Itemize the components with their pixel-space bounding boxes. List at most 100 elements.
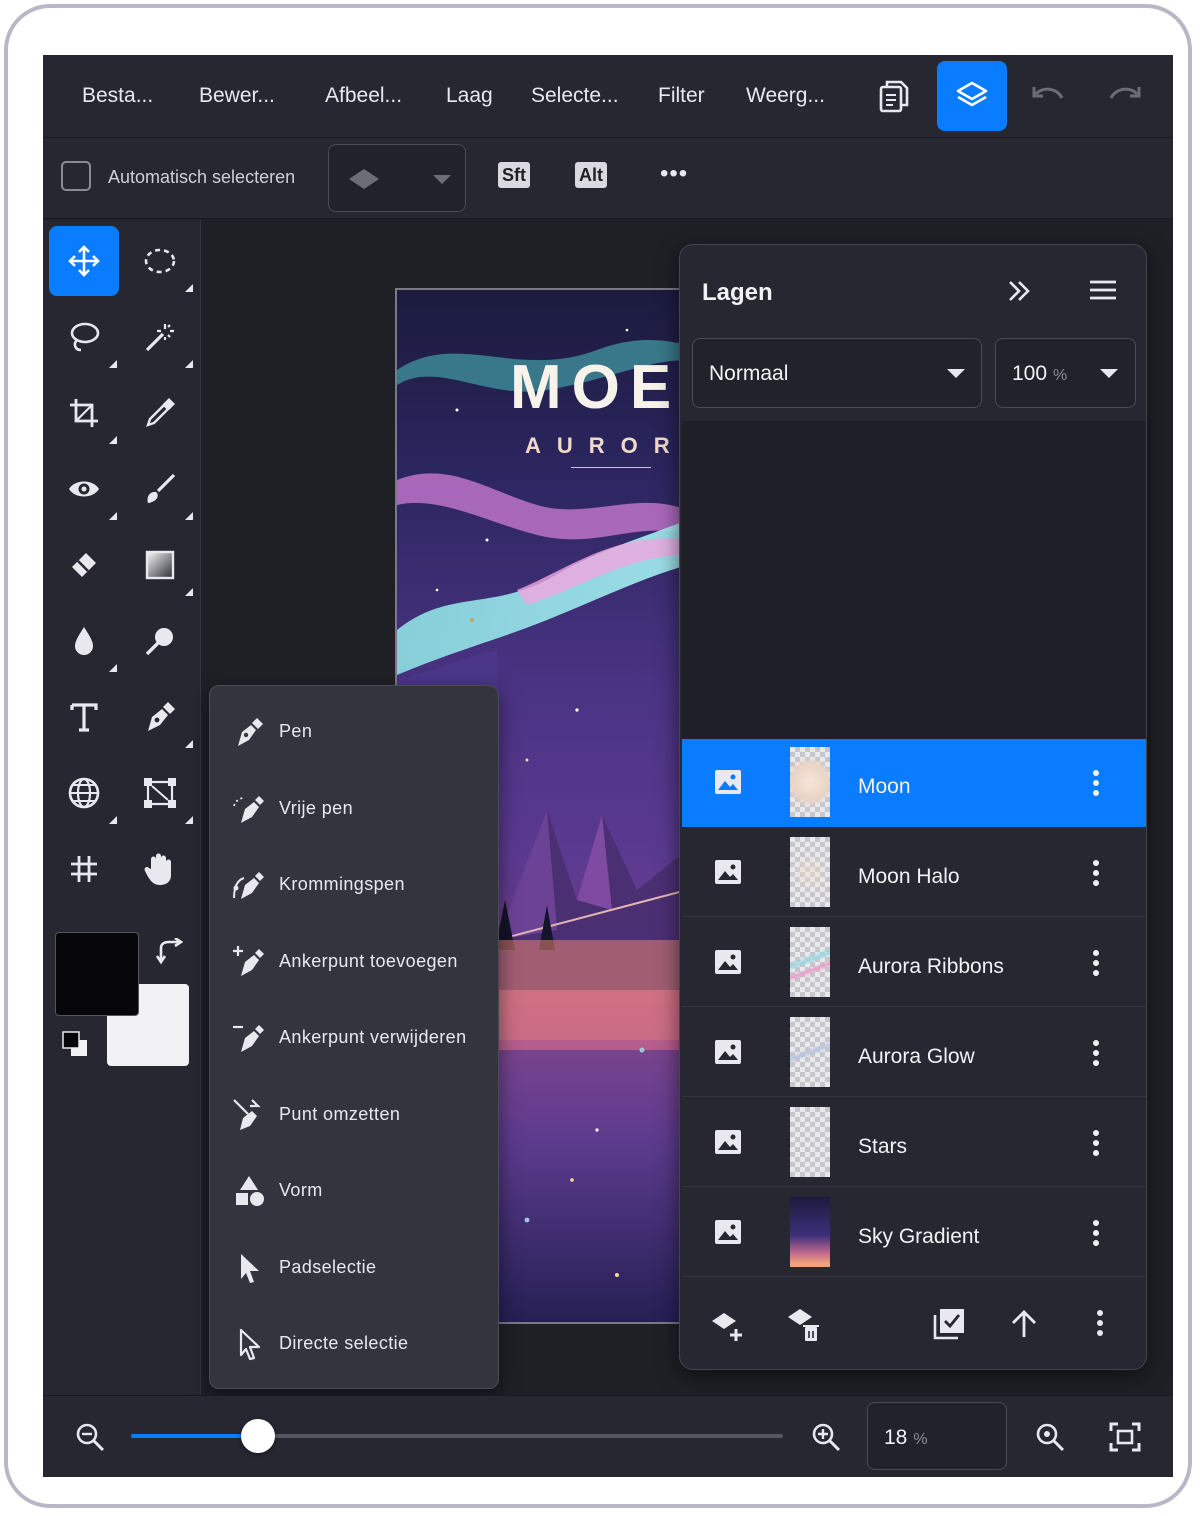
layer-options-icon[interactable] [1092, 949, 1100, 977]
marquee-tool[interactable] [125, 226, 195, 296]
undo-button[interactable] [1013, 61, 1083, 131]
layers-list-empty-area [682, 421, 1146, 739]
eyedropper-tool[interactable] [125, 378, 195, 448]
menu-layer[interactable]: Laag [446, 84, 493, 108]
collapse-panel-icon[interactable] [1006, 279, 1032, 303]
layer-options-icon[interactable] [1092, 1129, 1100, 1157]
add-layer-icon[interactable] [710, 1311, 744, 1343]
grid-tool[interactable] [49, 834, 119, 904]
merge-layers-icon[interactable] [932, 1307, 966, 1341]
documents-button[interactable] [859, 61, 929, 131]
menu-file[interactable]: Besta... [82, 84, 153, 108]
flyout-delete-anchor-label: Ankerpunt verwijderen [279, 1027, 467, 1047]
menu-select[interactable]: Selecte... [531, 84, 619, 108]
redo-button[interactable] [1090, 61, 1160, 131]
layer-row[interactable]: Sky Gradient [682, 1189, 1146, 1277]
panel-menu-icon[interactable] [1088, 279, 1118, 301]
layer-options-icon[interactable] [1092, 1039, 1100, 1067]
opacity-dropdown[interactable]: 100% [995, 338, 1136, 408]
zoom-slider-fill [131, 1434, 259, 1438]
undo-icon [1032, 87, 1064, 99]
text-tool[interactable] [49, 682, 119, 752]
foreground-color-swatch[interactable] [55, 932, 139, 1016]
flyout-shape[interactable]: Vorm [210, 1160, 498, 1220]
documents-icon [879, 80, 909, 113]
layer-row[interactable]: Aurora Glow [682, 1009, 1146, 1097]
layer-diamond-icon [349, 169, 379, 189]
flyout-convert-point[interactable]: Punt omzetten [210, 1084, 498, 1144]
flyout-curvature-pen[interactable]: Krommingspen [210, 854, 498, 914]
layer-options-icon[interactable] [1092, 1219, 1100, 1247]
warp-tool[interactable] [49, 758, 119, 828]
eraser-tool[interactable] [49, 530, 119, 600]
brush-icon [147, 473, 176, 503]
move-tool[interactable] [49, 226, 119, 296]
flyout-add-anchor[interactable]: Ankerpunt toevoegen [210, 931, 498, 991]
alt-key-button[interactable]: Alt [575, 162, 607, 188]
layer-row[interactable]: Moon Halo [682, 829, 1146, 917]
artwork-divider [571, 467, 651, 468]
default-colors-icon[interactable] [61, 1030, 91, 1060]
menu-view[interactable]: Weerg... [746, 84, 825, 108]
chevron-down-icon [433, 175, 451, 184]
layer-thumbnail [790, 837, 830, 907]
blur-tool[interactable] [49, 606, 119, 676]
crop-tool[interactable] [49, 378, 119, 448]
more-vertical-icon[interactable] [1096, 1309, 1104, 1337]
magic-wand-tool[interactable] [125, 302, 195, 372]
layers-panel-title: Lagen [702, 279, 773, 306]
flyout-freeform-pen[interactable]: Vrije pen [210, 778, 498, 838]
redo-icon [1109, 87, 1141, 99]
chevron-down-icon [947, 369, 965, 378]
flyout-add-anchor-label: Ankerpunt toevoegen [279, 951, 458, 971]
view-tool[interactable] [49, 454, 119, 524]
eye-icon [69, 481, 99, 497]
hand-tool[interactable] [125, 834, 195, 904]
zoom-level-field[interactable]: 18% [867, 1402, 1007, 1470]
opacity-value: 100% [1012, 362, 1068, 385]
layers-icon [956, 81, 988, 107]
layer-row[interactable]: Moon [682, 739, 1146, 827]
flyout-freeform-pen-label: Vrije pen [279, 798, 353, 818]
flyout-pen[interactable]: Pen [210, 701, 498, 761]
layer-row[interactable]: Aurora Ribbons [682, 919, 1146, 1007]
menu-filter[interactable]: Filter [658, 84, 705, 108]
move-layer-up-icon[interactable] [1010, 1309, 1038, 1339]
gradient-tool[interactable] [125, 530, 195, 600]
layer-name: Aurora Glow [858, 1045, 975, 1068]
layer-row[interactable]: Stars [682, 1099, 1146, 1187]
swap-colors-icon[interactable] [155, 938, 183, 966]
zoom-slider-thumb[interactable] [241, 1419, 276, 1453]
flyout-delete-anchor[interactable]: Ankerpunt verwijderen [210, 1007, 498, 1067]
transform-tool[interactable] [125, 758, 195, 828]
layer-name: Aurora Ribbons [858, 955, 1004, 978]
layer-options-icon[interactable] [1092, 859, 1100, 887]
pen-tool[interactable] [125, 682, 195, 752]
auto-select-checkbox[interactable] [61, 161, 91, 191]
dodge-tool[interactable] [125, 606, 195, 676]
globe-icon [68, 777, 100, 809]
flyout-direct-selection[interactable]: Directe selectie [210, 1313, 498, 1373]
image-layer-icon [715, 860, 741, 884]
flyout-path-selection[interactable]: Padselectie [210, 1237, 498, 1297]
layers-toggle-button[interactable] [937, 61, 1007, 131]
zoom-in-icon[interactable] [811, 1422, 841, 1452]
zoom-out-icon[interactable] [75, 1422, 105, 1452]
menu-edit[interactable]: Bewer... [199, 84, 275, 108]
zoom-reset-icon[interactable] [1035, 1422, 1065, 1452]
transform-icon [144, 778, 176, 808]
shift-key-button[interactable]: Sft [498, 162, 530, 188]
image-layer-icon [715, 770, 741, 794]
brush-tool[interactable] [125, 454, 195, 524]
more-options-button[interactable]: ••• [660, 160, 688, 188]
layer-options-icon[interactable] [1092, 769, 1100, 797]
layer-type-dropdown[interactable] [328, 144, 466, 212]
zoom-slider[interactable] [131, 1419, 783, 1453]
menu-image[interactable]: Afbeel... [325, 84, 402, 108]
delete-layer-icon[interactable] [786, 1307, 820, 1343]
blend-mode-dropdown[interactable]: Normaal [692, 338, 982, 408]
layer-thumbnail [790, 1107, 830, 1177]
lasso-tool[interactable] [49, 302, 119, 372]
fit-screen-icon[interactable] [1109, 1422, 1141, 1452]
device-frame: Besta... Bewer... Afbeel... Laag Selecte… [4, 4, 1192, 1508]
